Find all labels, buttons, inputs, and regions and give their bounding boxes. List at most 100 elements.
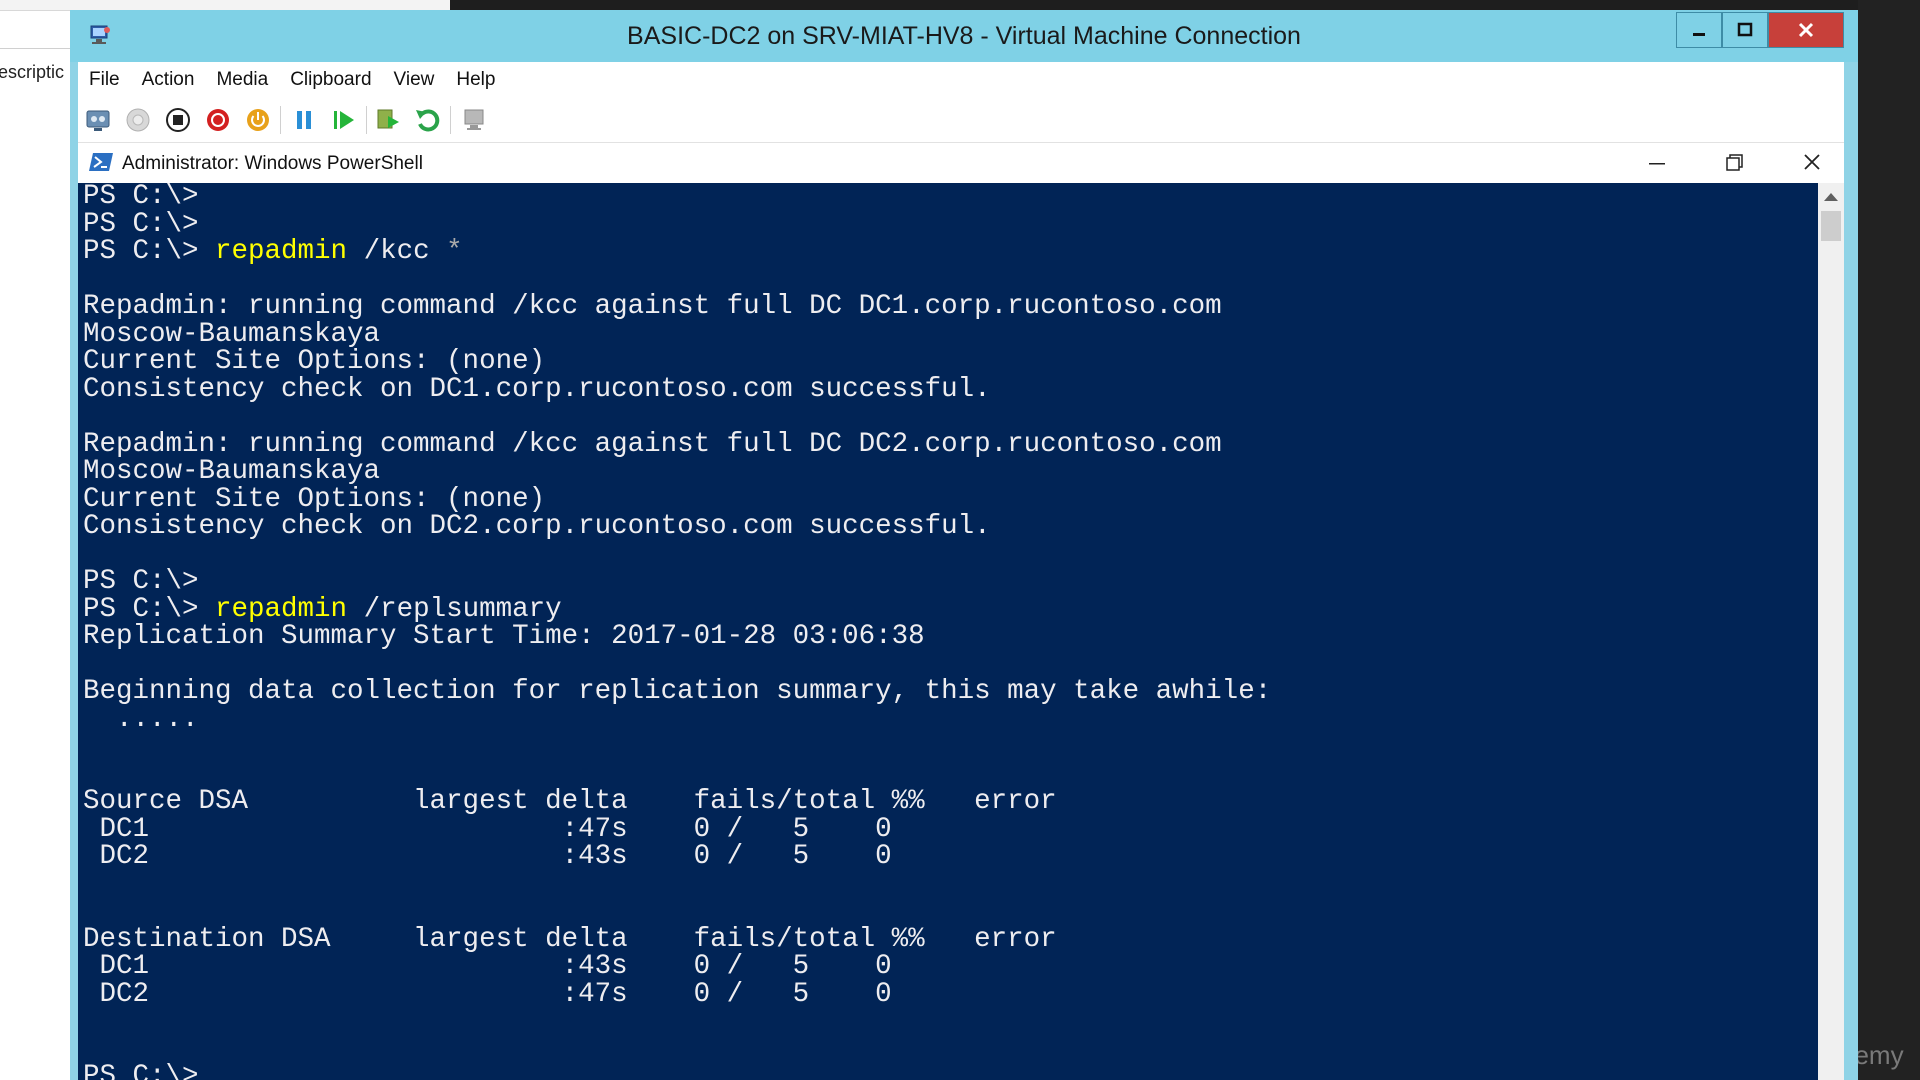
console-line: Moscow-Baumanskaya [83, 318, 1271, 350]
powershell-icon [89, 153, 113, 171]
console-line-text: PS C:\> [83, 208, 199, 240]
console-line: PS C:\> repadmin /kcc * [83, 238, 1271, 266]
scroll-up-icon[interactable] [1824, 193, 1838, 201]
console-line: Consistency check on DC2.corp.rucontoso.… [83, 513, 1271, 541]
menu-clipboard[interactable]: Clipboard [279, 69, 382, 91]
maximize-icon [1737, 22, 1753, 37]
resume-icon[interactable] [330, 106, 358, 134]
shut-down-icon[interactable] [204, 106, 232, 134]
console-line-text: ..... [83, 703, 199, 735]
powershell-titlebar[interactable]: Administrator: Windows PowerShell [78, 143, 1844, 183]
toolbar-separator [280, 106, 281, 134]
vm-close-button[interactable] [1768, 12, 1844, 48]
console-scrollbar[interactable] [1818, 183, 1844, 1080]
console-line: Destination DSA largest delta fails/tota… [83, 923, 1271, 955]
console-wildcard: * [446, 236, 463, 267]
console-line-text: Current Site Options: (none) [83, 346, 546, 377]
console-line-text: Source DSA largest delta fails/total %% … [83, 786, 1057, 817]
vm-connection-window: BASIC-DC2 on SRV-MIAT-HV8 - Virtual Mach… [70, 10, 1858, 1080]
toolbar-separator [366, 106, 367, 134]
console-line-text: DC2 :43s 0 / 5 0 [83, 841, 892, 872]
pause-icon[interactable] [290, 106, 318, 134]
vm-minimize-button[interactable] [1676, 12, 1722, 48]
console-line-text: Beginning data collection for replicatio… [83, 676, 1272, 707]
vm-menubar: File Action Media Clipboard View Help [78, 62, 1844, 98]
console-line: DC1 :47s 0 / 5 0 [83, 813, 1271, 845]
console-line: PS C:\> repadmin /replsummary [83, 593, 1271, 625]
console-line: Beginning data collection for replicatio… [83, 678, 1271, 706]
console-line: Replication Summary Start Time: 2017-01-… [83, 623, 1271, 651]
console-command-args: /replsummary [347, 593, 562, 625]
close-icon [1798, 22, 1814, 38]
scroll-thumb[interactable] [1821, 211, 1841, 241]
powershell-title: Administrator: Windows PowerShell [122, 153, 423, 174]
console-line-text: PS C:\> [83, 1061, 199, 1080]
menu-view[interactable]: View [383, 69, 446, 91]
turn-off-icon[interactable] [164, 106, 192, 134]
console-line-text: Moscow-Baumanskaya [83, 318, 381, 350]
console-command-args: /kcc [347, 236, 447, 267]
ps-restore-icon[interactable] [1714, 149, 1754, 177]
background-topstrip [70, 0, 450, 10]
background-partial-label: escriptic [0, 62, 65, 82]
vm-maximize-button[interactable] [1722, 12, 1768, 48]
enhanced-session-icon[interactable] [460, 106, 488, 134]
console-line-text: PS C:\> [83, 236, 216, 267]
vm-window-title: BASIC-DC2 on SRV-MIAT-HV8 - Virtual Mach… [627, 22, 1301, 50]
background-topbar [0, 0, 70, 11]
menu-media[interactable]: Media [205, 69, 279, 91]
console-command: repadmin [215, 236, 348, 267]
checkpoint-icon[interactable] [374, 106, 402, 134]
console-line: DC1 :43s 0 / 5 0 [83, 953, 1271, 981]
console-line: PS C:\> [83, 1063, 1271, 1080]
background-divider [0, 48, 70, 49]
console-line: Current Site Options: (none) [83, 348, 1271, 376]
console-line-text: Destination DSA largest delta fails/tota… [83, 923, 1057, 955]
console-line-text: PS C:\> [83, 593, 216, 625]
vm-titlebar[interactable]: BASIC-DC2 on SRV-MIAT-HV8 - Virtual Mach… [70, 10, 1858, 62]
menu-help[interactable]: Help [445, 69, 506, 91]
console-line-text: Replication Summary Start Time: 2017-01-… [83, 621, 925, 652]
console-line-text: Consistency check on DC1.corp.rucontoso.… [83, 373, 991, 405]
console-line: PS C:\> [83, 183, 1271, 211]
power-icon[interactable] [244, 106, 272, 134]
ps-minimize-icon[interactable] [1636, 149, 1676, 177]
menu-action[interactable]: Action [131, 69, 206, 91]
console-line-text: Consistency check on DC2.corp.rucontoso.… [83, 511, 991, 542]
console-line-text: DC2 :47s 0 / 5 0 [83, 978, 892, 1010]
console-line-text: Current Site Options: (none) [83, 483, 546, 515]
powershell-window: Administrator: Windows PowerShell PS C:\… [78, 143, 1844, 1080]
console-line: Repadmin: running command /kcc against f… [83, 428, 1271, 460]
ctrl-alt-del-icon[interactable] [84, 106, 112, 134]
console-line-text: DC1 :43s 0 / 5 0 [83, 951, 892, 982]
ps-close-icon[interactable] [1792, 149, 1832, 177]
vm-toolbar [78, 98, 1844, 143]
console-line-text: DC1 :47s 0 / 5 0 [83, 813, 892, 845]
menu-file[interactable]: File [78, 69, 131, 91]
minimize-icon [1693, 33, 1705, 36]
console-line-text: PS C:\> [83, 566, 199, 597]
console-line: Current Site Options: (none) [83, 483, 1271, 515]
powershell-console[interactable]: PS C:\> PS C:\> PS C:\> repadmin /kcc * Rep… [78, 183, 1818, 1080]
console-command: repadmin [215, 593, 348, 625]
start-icon[interactable] [124, 106, 152, 134]
console-line-text: Repadmin: running command /kcc against f… [83, 291, 1222, 322]
revert-icon[interactable] [414, 106, 442, 134]
console-line: PS C:\> [83, 208, 1271, 240]
background-window: escriptic [0, 0, 70, 1080]
console-line: Repadmin: running command /kcc against f… [83, 293, 1271, 321]
console-line-text: Repadmin: running command /kcc against f… [83, 428, 1222, 460]
console-line: DC2 :43s 0 / 5 0 [83, 843, 1271, 871]
console-line: ..... [83, 703, 1271, 735]
console-line: DC2 :47s 0 / 5 0 [83, 978, 1271, 1010]
background-right-panel [1858, 0, 1920, 1080]
console-line: PS C:\> [83, 568, 1271, 596]
